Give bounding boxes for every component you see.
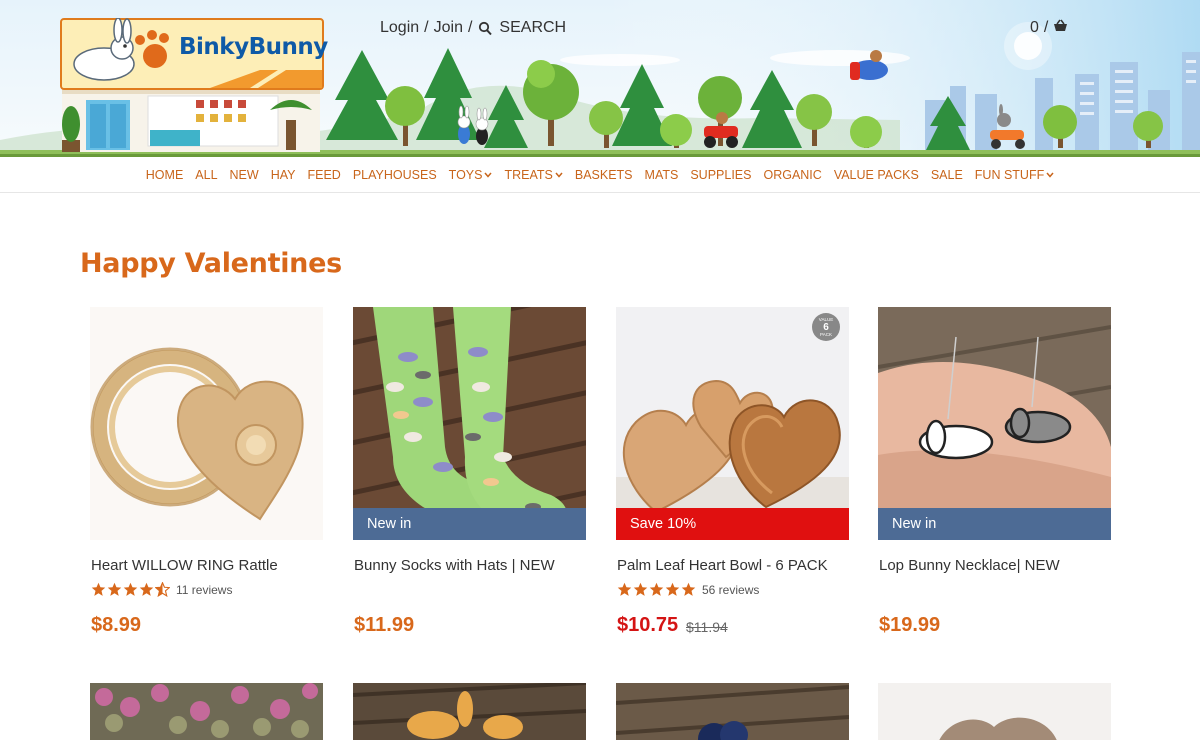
cart[interactable]: 0 /	[1030, 19, 1068, 37]
search-icon[interactable]	[478, 20, 494, 36]
separator: /	[424, 19, 429, 36]
nav-item-label: TREATS	[504, 167, 553, 182]
new-in-badge: New in	[878, 508, 1111, 540]
product-name[interactable]: Lop Bunny Necklace| NEW	[879, 557, 1060, 574]
product-card[interactable]: New in Bunny Socks with Hats | NEW $11.9…	[353, 307, 586, 636]
cart-count: 0	[1030, 19, 1039, 36]
search-link[interactable]: SEARCH	[499, 19, 566, 37]
nav-item-mats[interactable]: MATS	[645, 168, 679, 182]
review-count[interactable]: 11 reviews	[176, 583, 232, 597]
star-rating	[91, 582, 171, 597]
product-price: $19.99	[879, 614, 941, 636]
chevron-down-icon	[1046, 172, 1054, 178]
star-icon	[633, 582, 648, 596]
product-price: $11.99	[354, 614, 415, 636]
star-icon	[649, 582, 664, 596]
star-icon	[139, 582, 154, 596]
nav-item-new[interactable]: NEW	[230, 168, 259, 182]
nav-item-sale[interactable]: SALE	[931, 168, 963, 182]
review-count[interactable]: 56 reviews	[702, 583, 759, 597]
product-image[interactable]	[878, 683, 1111, 740]
product-image[interactable]	[353, 683, 586, 740]
account-search-bar: Login / Join / SEARCH	[380, 19, 566, 37]
product-price: $8.99	[91, 614, 142, 636]
product-name[interactable]: Heart WILLOW RING Rattle	[91, 557, 278, 574]
half-star-icon	[155, 582, 170, 597]
nav-item-treats[interactable]: TREATS	[504, 167, 563, 182]
product-rating: 11 reviews	[91, 582, 232, 597]
product-name[interactable]: Bunny Socks with Hats | NEW	[354, 557, 555, 574]
basket-icon[interactable]	[1053, 19, 1068, 37]
star-icon	[665, 582, 680, 596]
value-pack-tag-bottom: PACK	[820, 332, 832, 337]
product-card[interactable]: New in Lop Bunny Necklace| NEW $19.99	[878, 307, 1111, 636]
nav-item-organic[interactable]: ORGANIC	[763, 168, 821, 182]
product-image[interactable]	[90, 683, 323, 740]
original-price: $11.94	[686, 619, 728, 635]
nav-item-label: TOYS	[448, 167, 483, 182]
product-price: $10.75	[617, 614, 679, 636]
product-image[interactable]: New in	[878, 307, 1111, 540]
star-icon	[617, 582, 632, 596]
nav-item-playhouses[interactable]: PLAYHOUSES	[353, 168, 437, 182]
nav-item-hay[interactable]: HAY	[271, 168, 296, 182]
product-image[interactable]: New in	[353, 307, 586, 540]
brand-name: BinkyBunny	[179, 34, 328, 60]
brand-logo[interactable]: BinkyBunny	[60, 17, 328, 90]
star-icon	[107, 582, 122, 596]
nav-item-home[interactable]: HOME	[146, 168, 184, 182]
product-rating: 56 reviews	[617, 582, 759, 597]
section-title: Happy Valentines	[80, 248, 342, 279]
product-name[interactable]: Palm Leaf Heart Bowl - 6 PACK	[617, 557, 828, 574]
star-icon	[123, 582, 138, 596]
product-card[interactable]: Heart WILLOW RING Rattle 11 reviews $8.9…	[90, 307, 323, 636]
nav-item-all[interactable]: ALL	[195, 168, 217, 182]
nav-item-feed[interactable]: FEED	[307, 168, 340, 182]
header-banner: BinkyBunny Login / Join / SEARCH 0 /	[0, 0, 1200, 157]
chevron-down-icon	[484, 172, 493, 178]
chevron-down-icon	[555, 172, 563, 178]
save-badge: Save 10%	[616, 508, 849, 540]
join-link[interactable]: Join	[434, 19, 463, 37]
nav-item-value-packs[interactable]: VALUE PACKS	[834, 168, 919, 182]
nav-item-label: FUN STUFF	[974, 167, 1045, 182]
product-image[interactable]: VALUE 6 PACK Save 10%	[616, 307, 849, 540]
new-in-badge: New in	[353, 508, 586, 540]
nav-item-toys[interactable]: TOYS	[449, 168, 493, 182]
separator: /	[1043, 19, 1049, 36]
star-rating	[617, 582, 697, 597]
nav-item-supplies[interactable]: SUPPLIES	[690, 168, 751, 182]
product-card[interactable]: VALUE 6 PACK Save 10% Palm Leaf Heart Bo…	[616, 307, 849, 636]
product-image[interactable]	[616, 683, 849, 740]
category-nav: HOME ALL NEW HAY FEED PLAYHOUSES TOYS TR…	[0, 157, 1200, 193]
product-image[interactable]	[90, 307, 323, 540]
star-icon	[681, 582, 696, 596]
login-link[interactable]: Login	[380, 19, 419, 37]
nav-item-fun-stuff[interactable]: FUN STUFF	[975, 168, 1054, 182]
nav-item-baskets[interactable]: BASKETS	[575, 168, 633, 182]
separator: /	[467, 19, 473, 36]
star-icon	[91, 582, 106, 596]
